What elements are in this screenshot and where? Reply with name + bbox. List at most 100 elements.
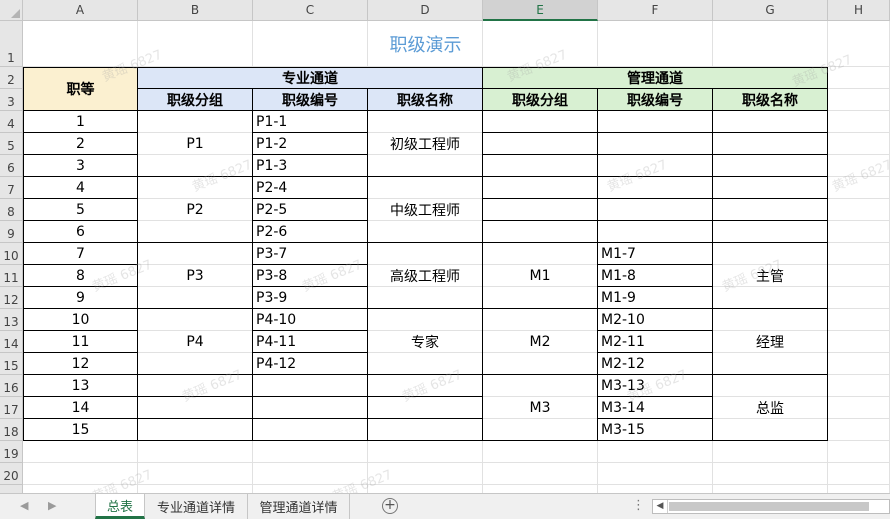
pro-code-cell[interactable]: P3-9 xyxy=(253,287,368,309)
rank-cell[interactable]: 6 xyxy=(23,221,138,243)
pro-code-cell[interactable] xyxy=(253,419,368,441)
header-rank[interactable]: 职等 xyxy=(23,67,138,111)
row-header-8[interactable]: 8 xyxy=(0,199,23,221)
row-header-11[interactable]: 11 xyxy=(0,265,23,287)
pro-code-cell[interactable] xyxy=(253,375,368,397)
rank-cell[interactable]: 11 xyxy=(23,331,138,353)
row-header-5[interactable]: 5 xyxy=(0,133,23,155)
mgmt-group-cell[interactable]: M2 xyxy=(483,309,598,375)
row-header-14[interactable]: 14 xyxy=(0,331,23,353)
pro-code-cell[interactable]: P1-3 xyxy=(253,155,368,177)
pro-name-cell[interactable]: 高级工程师 xyxy=(368,243,483,309)
mgmt-name-cell[interactable]: 经理 xyxy=(713,309,828,375)
column-header-b[interactable]: B xyxy=(138,0,253,21)
pro-group-cell[interactable]: P4 xyxy=(138,309,253,375)
mgmt-group-cell[interactable] xyxy=(483,111,598,133)
pro-group-cell[interactable]: P1 xyxy=(138,111,253,177)
header-mgmt-group[interactable]: 职级分组 xyxy=(483,89,598,111)
pro-name-cell[interactable] xyxy=(368,419,483,441)
triangle-left-icon[interactable]: ◀ xyxy=(20,499,28,512)
mgmt-group-cell[interactable]: M1 xyxy=(483,243,598,309)
rank-cell[interactable]: 5 xyxy=(23,199,138,221)
pro-code-cell[interactable]: P1-2 xyxy=(253,133,368,155)
row-header-12[interactable]: 12 xyxy=(0,287,23,309)
select-all-corner[interactable] xyxy=(0,0,23,21)
mgmt-name-cell[interactable] xyxy=(713,133,828,155)
row-header-21[interactable]: 21 xyxy=(0,485,23,493)
pro-code-cell[interactable]: P4-12 xyxy=(253,353,368,375)
pro-group-cell[interactable] xyxy=(138,397,253,419)
mgmt-name-cell[interactable] xyxy=(713,155,828,177)
rank-cell[interactable]: 13 xyxy=(23,375,138,397)
mgmt-code-cell[interactable]: M3-15 xyxy=(598,419,713,441)
pro-code-cell[interactable]: P3-7 xyxy=(253,243,368,265)
mgmt-code-cell[interactable]: M2-12 xyxy=(598,353,713,375)
row-header-20[interactable]: 20 xyxy=(0,463,23,485)
pro-code-cell[interactable]: P2-5 xyxy=(253,199,368,221)
pro-group-cell[interactable] xyxy=(138,419,253,441)
row-header-19[interactable]: 19 xyxy=(0,441,23,463)
pro-code-cell[interactable]: P1-1 xyxy=(253,111,368,133)
pro-name-cell[interactable]: 专家 xyxy=(368,309,483,375)
column-header-f[interactable]: F xyxy=(598,0,713,21)
mgmt-name-cell[interactable]: 总监 xyxy=(713,375,828,441)
rank-cell[interactable]: 1 xyxy=(23,111,138,133)
row-header-6[interactable]: 6 xyxy=(0,155,23,177)
rank-cell[interactable]: 7 xyxy=(23,243,138,265)
rank-cell[interactable]: 14 xyxy=(23,397,138,419)
row-header-4[interactable]: 4 xyxy=(0,111,23,133)
mgmt-name-cell[interactable] xyxy=(713,221,828,243)
column-header-g[interactable]: G xyxy=(713,0,828,21)
mgmt-name-cell[interactable] xyxy=(713,177,828,199)
header-mgmt-code[interactable]: 职级编号 xyxy=(598,89,713,111)
mgmt-name-cell[interactable] xyxy=(713,111,828,133)
mgmt-group-cell[interactable] xyxy=(483,177,598,199)
mgmt-code-cell[interactable]: M2-11 xyxy=(598,331,713,353)
row-header-10[interactable]: 10 xyxy=(0,243,23,265)
pro-code-cell[interactable]: P2-4 xyxy=(253,177,368,199)
mgmt-code-cell[interactable] xyxy=(598,155,713,177)
pro-code-cell[interactable]: P2-6 xyxy=(253,221,368,243)
row-header-18[interactable]: 18 xyxy=(0,419,23,441)
header-mgmt-track[interactable]: 管理通道 xyxy=(483,67,828,89)
mgmt-code-cell[interactable]: M1-8 xyxy=(598,265,713,287)
column-header-a[interactable]: A xyxy=(23,0,138,21)
row-header-1[interactable]: 1 xyxy=(0,21,23,67)
rank-cell[interactable]: 15 xyxy=(23,419,138,441)
mgmt-code-cell[interactable]: M2-10 xyxy=(598,309,713,331)
mgmt-code-cell[interactable] xyxy=(598,177,713,199)
scrollbar-thumb[interactable] xyxy=(669,502,869,511)
pro-group-cell[interactable]: P2 xyxy=(138,177,253,243)
rank-cell[interactable]: 2 xyxy=(23,133,138,155)
mgmt-code-cell[interactable] xyxy=(598,133,713,155)
mgmt-name-cell[interactable]: 主管 xyxy=(713,243,828,309)
row-header-16[interactable]: 16 xyxy=(0,375,23,397)
column-header-c[interactable]: C xyxy=(253,0,368,21)
mgmt-name-cell[interactable] xyxy=(713,199,828,221)
spreadsheet-grid[interactable]: ABCDEFGH 1 2 3 4 5 6 7 8 9 10 11 12 13 14 15 16 17 18 19 20… xyxy=(0,0,890,493)
rank-cell[interactable]: 12 xyxy=(23,353,138,375)
header-pro-track[interactable]: 专业通道 xyxy=(138,67,483,89)
column-header-e[interactable]: E xyxy=(483,0,598,21)
pro-group-cell[interactable]: P3 xyxy=(138,243,253,309)
row-header-3[interactable]: 3 xyxy=(0,89,23,111)
row-header-9[interactable]: 9 xyxy=(0,221,23,243)
row-header-17[interactable]: 17 xyxy=(0,397,23,419)
rank-cell[interactable]: 4 xyxy=(23,177,138,199)
pro-name-cell[interactable]: 初级工程师 xyxy=(368,111,483,177)
pro-code-cell[interactable]: P4-10 xyxy=(253,309,368,331)
pro-name-cell[interactable] xyxy=(368,397,483,419)
header-pro-code[interactable]: 职级编号 xyxy=(253,89,368,111)
mgmt-code-cell[interactable]: M1-7 xyxy=(598,243,713,265)
rank-cell[interactable]: 8 xyxy=(23,265,138,287)
mgmt-code-cell[interactable]: M3-13 xyxy=(598,375,713,397)
sheet-tab-mgmt-detail[interactable]: 管理通道详情 xyxy=(248,494,350,519)
pro-name-cell[interactable]: 中级工程师 xyxy=(368,177,483,243)
row-header-2[interactable]: 2 xyxy=(0,67,23,89)
sheet-title[interactable]: 职级演示 xyxy=(23,21,828,67)
pro-code-cell[interactable]: P3-8 xyxy=(253,265,368,287)
scroll-left-icon[interactable]: ◀ xyxy=(653,500,668,513)
mgmt-code-cell[interactable]: M1-9 xyxy=(598,287,713,309)
mgmt-code-cell[interactable] xyxy=(598,199,713,221)
plus-circle-icon[interactable]: + xyxy=(382,498,398,514)
